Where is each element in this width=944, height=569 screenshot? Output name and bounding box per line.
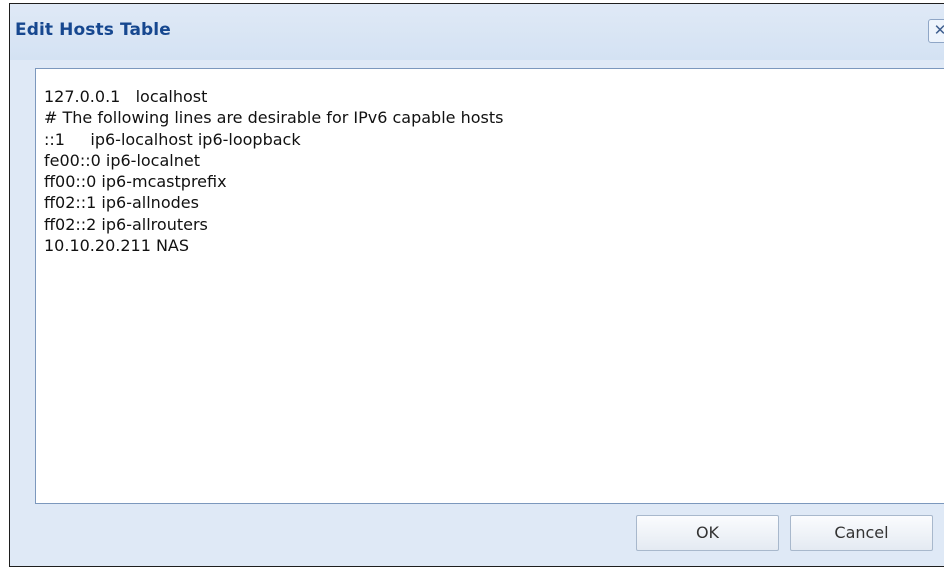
cancel-button[interactable]: Cancel xyxy=(790,515,933,551)
ok-button[interactable]: OK xyxy=(636,515,779,551)
hosts-line: ::1 ip6-localhost ip6-loopback xyxy=(44,129,301,149)
hosts-line: 127.0.0.1 localhost xyxy=(44,87,208,106)
dialog-body: 127.0.0.1 localhost # The following line… xyxy=(10,60,944,566)
hosts-line: 10.10.20.211 NAS xyxy=(44,236,190,256)
edit-hosts-dialog: Edit Hosts Table ✕ 127.0.0.1 localhost #… xyxy=(9,3,944,567)
dialog-titlebar[interactable]: Edit Hosts Table ✕ xyxy=(10,4,944,60)
hosts-line: # The following lines are desirable for … xyxy=(44,108,504,128)
close-button[interactable]: ✕ xyxy=(928,19,944,43)
hosts-line: ff00::0 ip6-mcastprefix xyxy=(44,172,227,192)
hosts-line: fe00::0 ip6-localnet xyxy=(44,150,200,170)
close-icon: ✕ xyxy=(933,21,944,39)
hosts-line: ff02::2 ip6-allrouters xyxy=(44,214,208,234)
hosts-line: ff02::1 ip6-allnodes xyxy=(44,193,199,213)
hosts-textarea[interactable]: 127.0.0.1 localhost # The following line… xyxy=(35,68,944,504)
dialog-title: Edit Hosts Table xyxy=(15,20,171,40)
